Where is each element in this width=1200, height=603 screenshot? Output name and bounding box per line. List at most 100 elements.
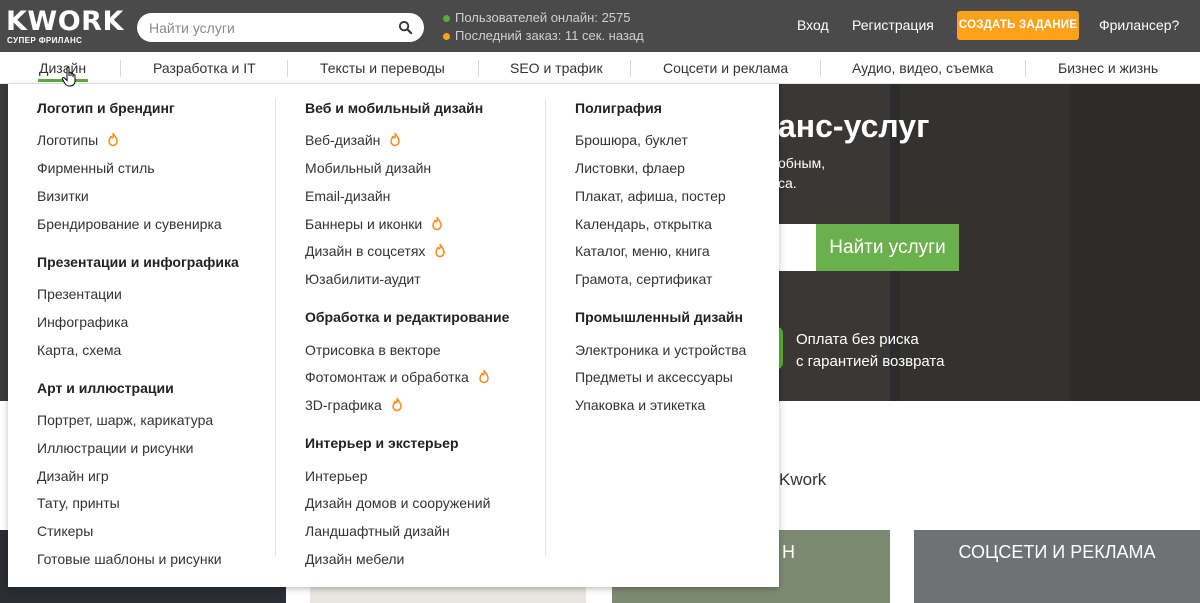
- last-order-text: Последний заказ: 11 сек. назад: [455, 28, 644, 43]
- menu-item[interactable]: Логотипы: [37, 132, 119, 148]
- menu-item[interactable]: Электроника и устройства: [575, 342, 746, 358]
- menu-item[interactable]: Тату, принты: [37, 495, 120, 511]
- menu-item[interactable]: Баннеры и иконки: [305, 216, 443, 232]
- group-title[interactable]: Полиграфия: [575, 100, 662, 116]
- category-media[interactable]: Аудио, видео, съемка: [852, 60, 993, 76]
- menu-item-label: Стикеры: [37, 523, 94, 539]
- menu-item-label: Интерьер: [305, 468, 368, 484]
- group-title[interactable]: Обработка и редактирование: [305, 309, 509, 325]
- menu-item[interactable]: Дизайн домов и сооружений: [305, 495, 490, 511]
- group-title[interactable]: Промышленный дизайн: [575, 309, 743, 325]
- menu-item-label: Ландшафтный дизайн: [305, 523, 450, 539]
- menu-item[interactable]: Упаковка и этикетка: [575, 397, 705, 413]
- menu-item[interactable]: Ландшафтный дизайн: [305, 523, 450, 539]
- kwork-logo[interactable]: KWORK СУПЕР ФРИЛАНС: [6, 7, 126, 47]
- search-input[interactable]: [149, 18, 389, 37]
- menu-item[interactable]: Инфографика: [37, 314, 128, 330]
- menu-item-label: Фирменный стиль: [37, 160, 155, 176]
- login-link[interactable]: Вход: [797, 17, 829, 33]
- fire-icon: [390, 132, 401, 147]
- menu-item[interactable]: Дизайн в соцсетях: [305, 243, 446, 259]
- menu-item[interactable]: Каталог, меню, книга: [575, 243, 710, 259]
- category-texts[interactable]: Тексты и переводы: [320, 60, 445, 76]
- category-seo[interactable]: SEO и трафик: [510, 60, 603, 76]
- menu-item[interactable]: Дизайн мебели: [305, 551, 404, 567]
- menu-item[interactable]: Готовые шаблоны и рисунки: [37, 551, 222, 567]
- menu-item[interactable]: Стикеры: [37, 523, 93, 539]
- menu-item-label: Дизайн мебели: [305, 551, 405, 567]
- menu-item[interactable]: Email-дизайн: [305, 188, 390, 204]
- menu-item-label: Веб-дизайн: [305, 132, 381, 148]
- fire-icon: [479, 369, 489, 384]
- menu-item-label: Инфографика: [37, 314, 129, 330]
- nav-divider: [820, 60, 821, 77]
- menu-item[interactable]: Визитки: [37, 188, 89, 204]
- freelancer-link[interactable]: Фрилансер?: [1099, 17, 1179, 33]
- category-development[interactable]: Разработка и IT: [153, 60, 256, 76]
- hero-title: анс-услуг: [778, 108, 930, 144]
- menu-item[interactable]: Мобильный дизайн: [305, 160, 431, 176]
- site-stats: Пользователей онлайн: 2575 Последний зак…: [443, 9, 644, 45]
- online-users-stat: Пользователей онлайн: 2575: [443, 9, 644, 27]
- hero-search-button[interactable]: Найти услуги: [816, 224, 959, 271]
- menu-item-label: Готовые шаблоны и рисунки: [37, 551, 222, 567]
- menu-item[interactable]: Дизайн игр: [37, 468, 109, 484]
- register-link[interactable]: Регистрация: [852, 17, 934, 33]
- menu-item[interactable]: Плакат, афиша, постер: [575, 188, 726, 204]
- menu-item[interactable]: Презентации: [37, 286, 122, 302]
- menu-item[interactable]: Фирменный стиль: [37, 160, 155, 176]
- group-title[interactable]: Арт и иллюстрации: [37, 380, 174, 396]
- menu-item[interactable]: Веб-дизайн: [305, 132, 401, 148]
- create-task-button[interactable]: СОЗДАТЬ ЗАДАНИЕ: [957, 11, 1079, 40]
- group-title[interactable]: Веб и мобильный дизайн: [305, 100, 483, 116]
- category-business[interactable]: Бизнес и жизнь: [1058, 60, 1158, 76]
- card-label: Н: [782, 542, 795, 562]
- category-nav: Дизайн Разработка и IT Тексты и переводы…: [0, 52, 1200, 84]
- last-order-dot: [443, 32, 450, 40]
- menu-item-label: Каталог, меню, книга: [575, 243, 710, 259]
- group-title[interactable]: Презентации и инфографика: [37, 254, 239, 270]
- nav-divider: [287, 60, 288, 77]
- category-card-social[interactable]: СОЦСЕТИ И РЕКЛАМА: [914, 530, 1200, 603]
- last-order-stat: Последний заказ: 11 сек. назад: [443, 27, 644, 45]
- menu-item-label: Дизайн в соцсетях: [305, 243, 426, 259]
- guarantee-line: с гарантией возврата: [796, 353, 945, 370]
- section-heading-partial: Kwork: [779, 470, 827, 489]
- menu-item[interactable]: Иллюстрации и рисунки: [37, 440, 193, 456]
- menu-item[interactable]: Карта, схема: [37, 342, 121, 358]
- menu-item-label: Дизайн домов и сооружений: [305, 495, 491, 511]
- category-social[interactable]: Соцсети и реклама: [663, 60, 788, 76]
- guarantee-line: Оплата без риска: [796, 331, 919, 348]
- fire-icon: [108, 132, 118, 147]
- menu-item-label: Календарь, открытка: [575, 216, 712, 232]
- menu-item-label: Брошюра, буклет: [575, 132, 688, 148]
- menu-item[interactable]: Грамота, сертификат: [575, 271, 712, 287]
- hero-search-input[interactable]: [778, 224, 816, 271]
- menu-item-label: Баннеры и иконки: [305, 216, 423, 232]
- group-title[interactable]: Логотип и брендинг: [37, 100, 175, 116]
- menu-item[interactable]: Отрисовка в векторе: [305, 342, 441, 358]
- menu-item[interactable]: Портрет, шарж, карикатура: [37, 412, 213, 428]
- online-status-dot: [443, 14, 450, 22]
- hero-subtitle-line: са.: [778, 175, 797, 191]
- menu-item[interactable]: Брендирование и сувенирка: [37, 216, 222, 232]
- menu-item[interactable]: Предметы и аксессуары: [575, 369, 733, 385]
- menu-item[interactable]: 3D-графика: [305, 397, 403, 413]
- fire-icon: [392, 397, 402, 412]
- menu-item[interactable]: Листовки, флаер: [575, 160, 685, 176]
- group-title[interactable]: Интерьер и экстерьер: [305, 435, 459, 451]
- menu-item[interactable]: Брошюра, буклет: [575, 132, 688, 148]
- menu-item-label: Логотипы: [37, 132, 99, 148]
- menu-item-label: Листовки, флаер: [575, 160, 685, 176]
- menu-item-label: Визитки: [37, 188, 89, 204]
- menu-item[interactable]: Юзабилити-аудит: [305, 271, 421, 287]
- menu-item-label: Упаковка и этикетка: [575, 397, 706, 413]
- menu-item[interactable]: Интерьер: [305, 468, 368, 484]
- menu-item[interactable]: Фотомонтаж и обработка: [305, 369, 490, 385]
- search-icon[interactable]: [398, 20, 413, 35]
- nav-divider: [120, 60, 121, 77]
- menu-item[interactable]: Календарь, открытка: [575, 216, 712, 232]
- hand-cursor-icon: [61, 66, 76, 87]
- menu-item-label: Мобильный дизайн: [305, 160, 432, 176]
- menu-item-label: Грамота, сертификат: [575, 271, 713, 287]
